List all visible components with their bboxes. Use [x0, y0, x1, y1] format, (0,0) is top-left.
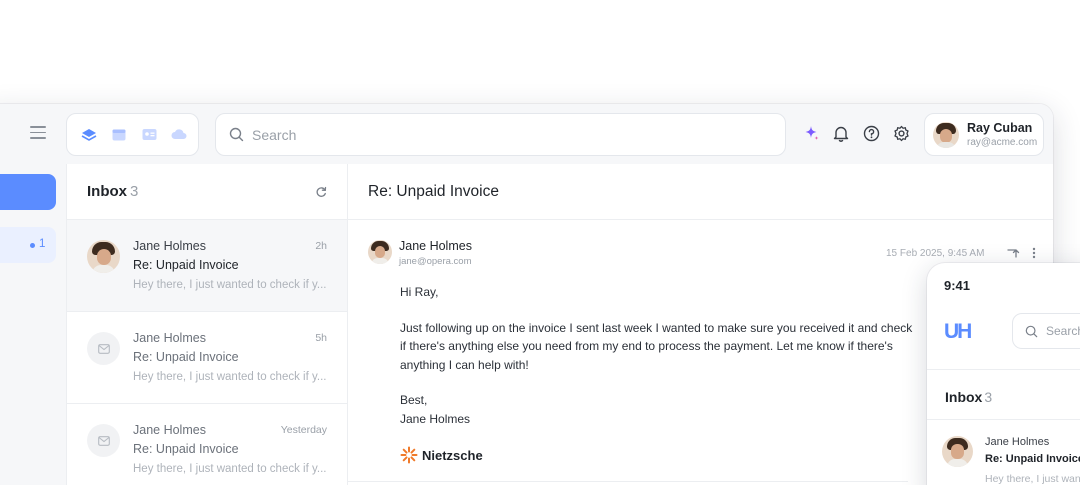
- phone-inbox-count: 3: [984, 389, 993, 405]
- gear-icon[interactable]: [892, 124, 910, 142]
- signature-brand: Nietzsche: [422, 447, 483, 463]
- help-icon[interactable]: [862, 124, 880, 142]
- item-subject: Re: Unpaid Invoice: [133, 442, 239, 456]
- message-body: Hi Ray, Just following up on the invoice…: [400, 283, 920, 428]
- avatar: [933, 121, 959, 148]
- toolbar-icons: [802, 124, 910, 142]
- divider: [348, 481, 908, 482]
- item-snippet: Hey there, I just wanted to check if y..…: [133, 463, 327, 475]
- cloud-icon[interactable]: [171, 128, 187, 142]
- account-name: Ray Cuban: [967, 121, 1033, 135]
- compose-button[interactable]: [0, 174, 56, 210]
- message-sender-email: jane@opera.com: [399, 256, 472, 267]
- message-list-header: Inbox 3: [67, 164, 347, 220]
- inbox-label: Inbox: [87, 183, 127, 200]
- divider: [927, 369, 1080, 370]
- search-bar[interactable]: Search: [215, 113, 786, 156]
- message-closing: Best,: [400, 393, 428, 407]
- message-greeting: Hi Ray,: [400, 285, 439, 299]
- account-email: ray@acme.com: [967, 137, 1038, 148]
- message-date: 15 Feb 2025, 9:45 AM: [886, 248, 985, 259]
- reply-icon[interactable]: [1006, 246, 1020, 260]
- search-icon: [1025, 325, 1038, 337]
- avatar: [942, 436, 973, 467]
- reader-header: Re: Unpaid Invoice: [348, 164, 1053, 220]
- item-time: 2h: [315, 240, 327, 252]
- phone-inbox-title: Inbox 3: [945, 389, 992, 405]
- more-icon[interactable]: [1031, 246, 1037, 260]
- app-logo: UH: [944, 320, 972, 343]
- contacts-icon[interactable]: [141, 128, 157, 142]
- message-sender-name: Jane Holmes: [399, 239, 472, 253]
- message-title: Re: Unpaid Invoice: [368, 182, 499, 200]
- sidebar-item-inbox[interactable]: 1: [0, 227, 56, 263]
- menu-icon[interactable]: [30, 126, 46, 140]
- unread-dot: [30, 243, 35, 248]
- item-sender: Jane Holmes: [133, 423, 206, 437]
- phone-inbox-label: Inbox: [945, 389, 983, 405]
- item-subject: Re: Unpaid Invoice: [133, 350, 239, 364]
- phone-search-bar[interactable]: Search: [1012, 313, 1080, 349]
- phone-search-placeholder: Search: [1046, 324, 1080, 338]
- item-sender: Jane Holmes: [133, 331, 206, 345]
- mail-icon: [87, 424, 120, 457]
- divider: [927, 419, 1080, 420]
- mail-icon: [87, 332, 120, 365]
- search-icon: [229, 127, 244, 142]
- app-switcher: [66, 113, 199, 156]
- signature-logo: Nietzsche: [400, 446, 483, 464]
- sidebar: [0, 164, 66, 485]
- phone-item-subject[interactable]: Re: Unpaid Invoice: [985, 453, 1080, 465]
- message-list: Inbox 3 Jane Holmes 2h Re: Unpaid Invoice…: [66, 164, 348, 485]
- message-paragraph: Just following up on the invoice I sent …: [400, 320, 913, 372]
- message-signoff: Jane Holmes: [400, 411, 471, 426]
- item-snippet: Hey there, I just wanted to check if y..…: [133, 279, 327, 291]
- refresh-icon[interactable]: [315, 186, 327, 198]
- mail-app-window: Search Ray Cuban ray@acme.com 1 Inbox3: [0, 104, 1053, 485]
- inbox-count: 3: [130, 183, 139, 200]
- avatar: [87, 240, 120, 273]
- layers-icon[interactable]: [81, 128, 97, 142]
- item-subject: Re: Unpaid Invoice: [133, 258, 239, 272]
- sunburst-icon: [400, 446, 418, 464]
- phone-clock: 9:41: [944, 278, 971, 293]
- item-sender: Jane Holmes: [133, 239, 206, 253]
- phone-item-sender[interactable]: Jane Holmes: [985, 436, 1049, 448]
- phone-item-snippet[interactable]: Hey there, I just wanted to check if y..…: [985, 473, 1080, 485]
- sparkle-icon[interactable]: [802, 124, 820, 142]
- item-snippet: Hey there, I just wanted to check if y..…: [133, 371, 327, 383]
- account-menu[interactable]: Ray Cuban ray@acme.com: [924, 113, 1044, 156]
- avatar: [368, 240, 392, 264]
- item-time: 5h: [315, 332, 327, 344]
- calendar-icon[interactable]: [111, 128, 127, 142]
- mobile-preview: 9:41 UH Search Inbox3 Jane Holmes Re: Un…: [927, 263, 1080, 485]
- list-item[interactable]: Jane Holmes Yesterday Re: Unpaid Invoice…: [67, 404, 347, 485]
- list-item[interactable]: Jane Holmes 2h Re: Unpaid Invoice Hey th…: [67, 220, 347, 312]
- sidebar-item-count: 1: [39, 238, 46, 250]
- search-placeholder: Search: [252, 126, 297, 143]
- inbox-title: Inbox 3: [87, 183, 138, 200]
- list-item[interactable]: Jane Holmes 5h Re: Unpaid Invoice Hey th…: [67, 312, 347, 404]
- bell-icon[interactable]: [832, 124, 850, 142]
- item-time: Yesterday: [280, 424, 327, 436]
